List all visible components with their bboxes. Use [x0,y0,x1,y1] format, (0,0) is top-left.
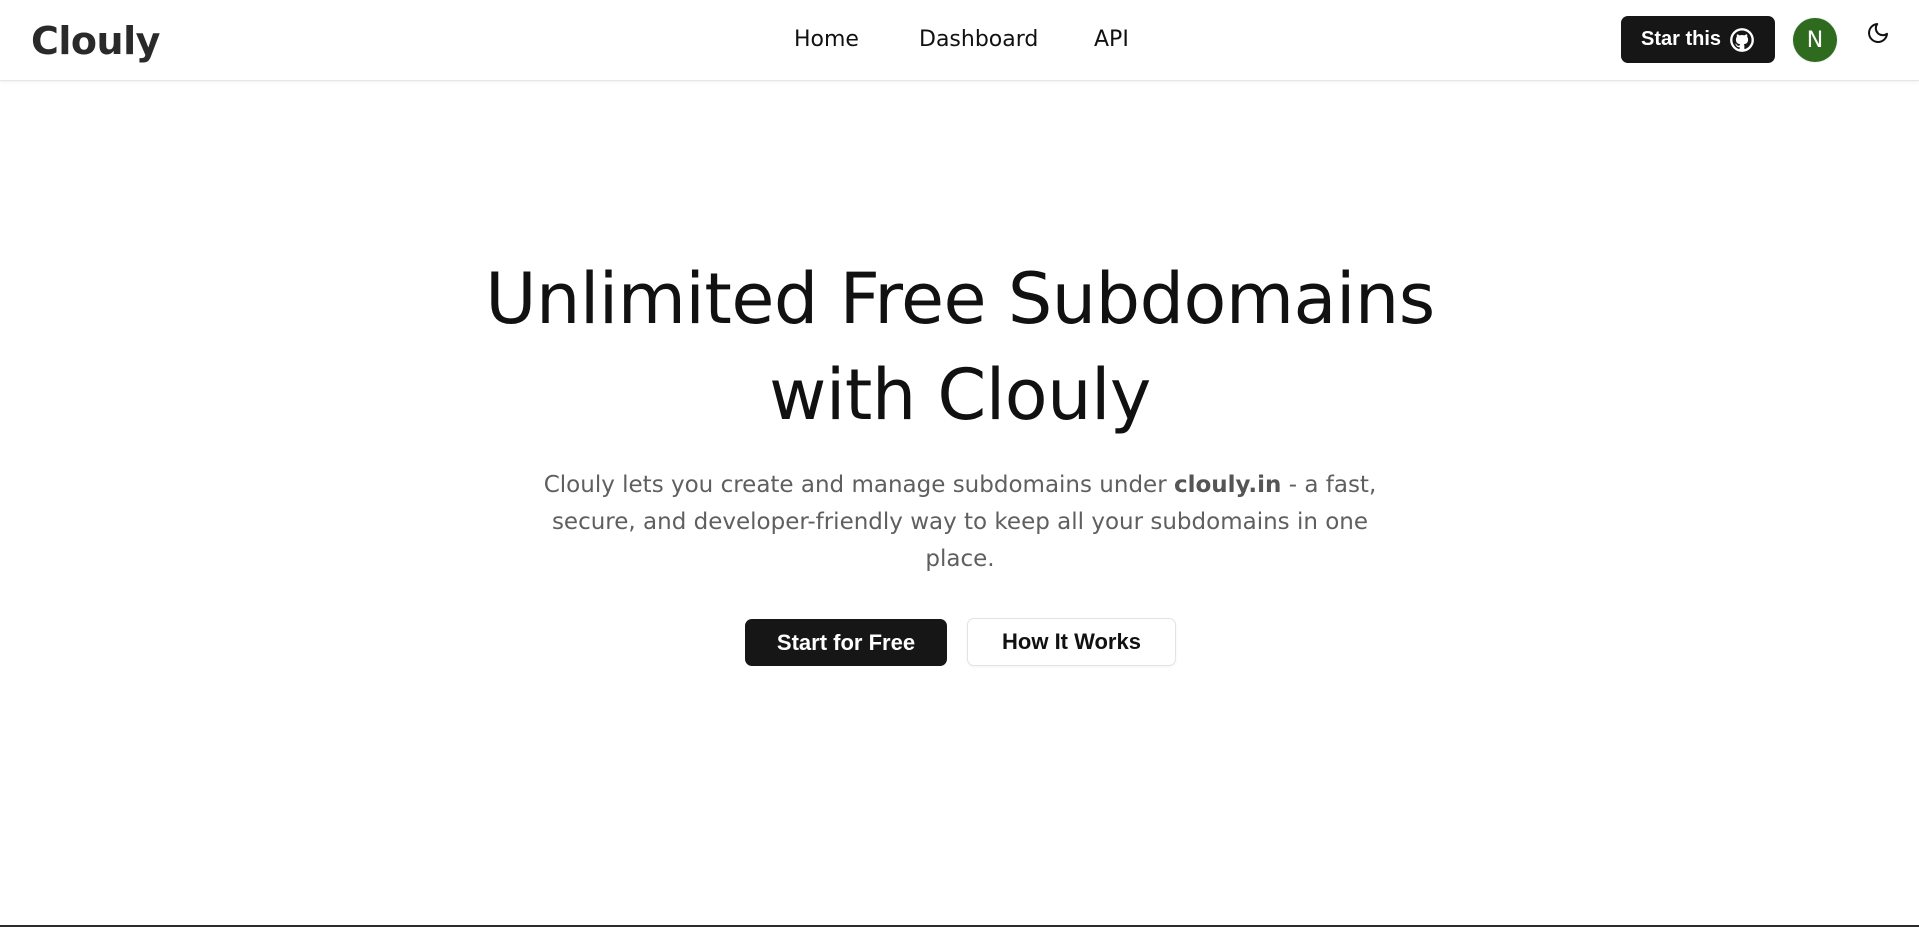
theme-toggle-button[interactable] [1864,21,1892,49]
star-github-button[interactable]: Star this [1621,16,1775,63]
hero-section: Unlimited Free Subdomains with Clouly Cl… [0,81,1919,926]
start-for-free-button[interactable]: Start for Free [745,619,947,666]
nav-link-home[interactable]: Home [794,26,859,54]
nav-link-dashboard[interactable]: Dashboard [919,26,1038,54]
hero-subtitle-domain: clouly.in [1173,472,1282,498]
github-icon [1729,27,1755,53]
hero-title: Unlimited Free Subdomains with Clouly [360,251,1560,443]
user-avatar[interactable]: N [1793,18,1837,62]
star-button-label: Star this [1640,28,1722,50]
hero-subtitle: Clouly lets you create and manage subdom… [540,467,1380,578]
how-it-works-button[interactable]: How It Works [967,618,1176,666]
moon-icon [1866,21,1890,49]
hero-subtitle-text: Clouly lets you create and manage subdom… [543,472,1174,498]
hero-title-line-1: Unlimited Free Subdomains [485,258,1435,340]
hero-title-line-2: with Clouly [769,354,1151,436]
top-navbar: Clouly Home Dashboard API Star this N [0,0,1919,81]
nav-link-api[interactable]: API [1094,26,1129,54]
